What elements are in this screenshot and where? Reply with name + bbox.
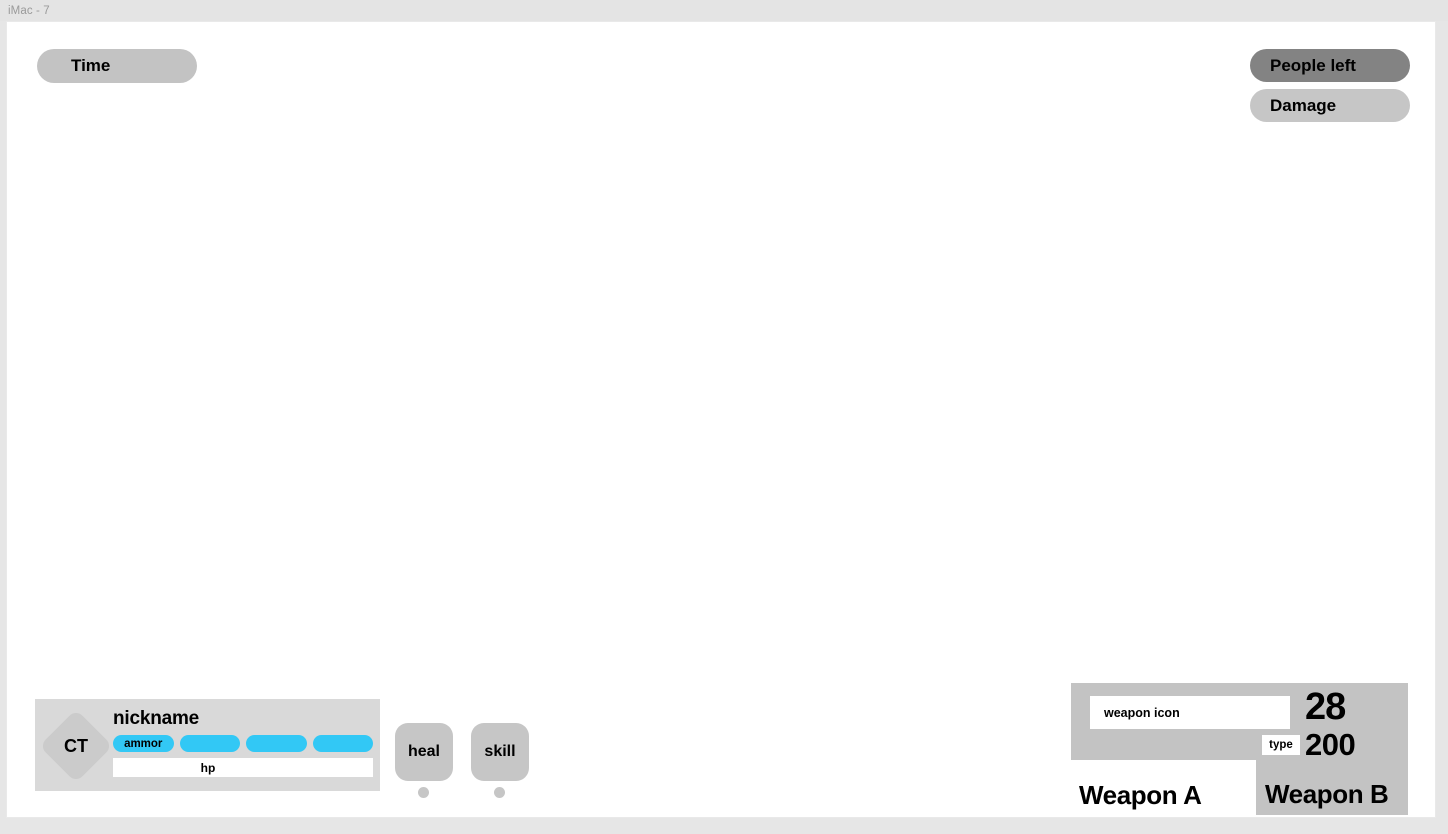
time-label: Time (71, 56, 111, 75)
team-badge-label: CT (64, 735, 88, 756)
window-title: iMac - 7 (8, 4, 50, 17)
reserve-ammo-count: 200 (1305, 727, 1356, 762)
app-root: iMac - 7 Time People left Damage CT nick… (0, 0, 1448, 834)
weapon-icon: weapon icon (1090, 696, 1290, 729)
weapon-b-label[interactable]: Weapon B (1265, 779, 1389, 810)
ammo-segment (179, 735, 240, 752)
ammo-segments-row: ammor (113, 735, 373, 752)
player-nickname: nickname (113, 708, 200, 729)
heal-button[interactable]: heal (395, 723, 453, 781)
skill-button[interactable]: skill (471, 723, 529, 781)
window-titlebar: iMac - 7 (0, 0, 1448, 21)
player-status-card: CT nickname ammor hp (35, 699, 380, 791)
ammo-segment (246, 735, 307, 752)
damage-label: Damage (1270, 95, 1337, 115)
people-left-indicator[interactable]: People left (1250, 49, 1410, 82)
time-indicator[interactable]: Time (37, 49, 197, 83)
magazine-ammo-count: 28 (1305, 686, 1346, 728)
skill-cooldown-dot-icon (494, 787, 505, 798)
weapon-type-label: type (1269, 739, 1293, 751)
skill-button-label: skill (484, 743, 516, 760)
weapon-a-label[interactable]: Weapon A (1079, 780, 1202, 811)
weapon-icon-label: weapon icon (1104, 705, 1180, 720)
damage-indicator[interactable]: Damage (1250, 89, 1410, 122)
people-left-label: People left (1270, 55, 1356, 75)
weapon-type-badge: type (1262, 735, 1300, 755)
hp-bar: hp (113, 758, 373, 777)
game-hud-canvas: Time People left Damage CT nickname ammo… (6, 21, 1436, 818)
heal-cooldown-dot-icon (418, 787, 429, 798)
ammo-segment (312, 735, 373, 752)
team-badge: CT (39, 709, 113, 783)
heal-button-label: heal (407, 743, 440, 760)
ammo-segment: ammor (113, 735, 174, 752)
hp-label: hp (200, 760, 216, 775)
